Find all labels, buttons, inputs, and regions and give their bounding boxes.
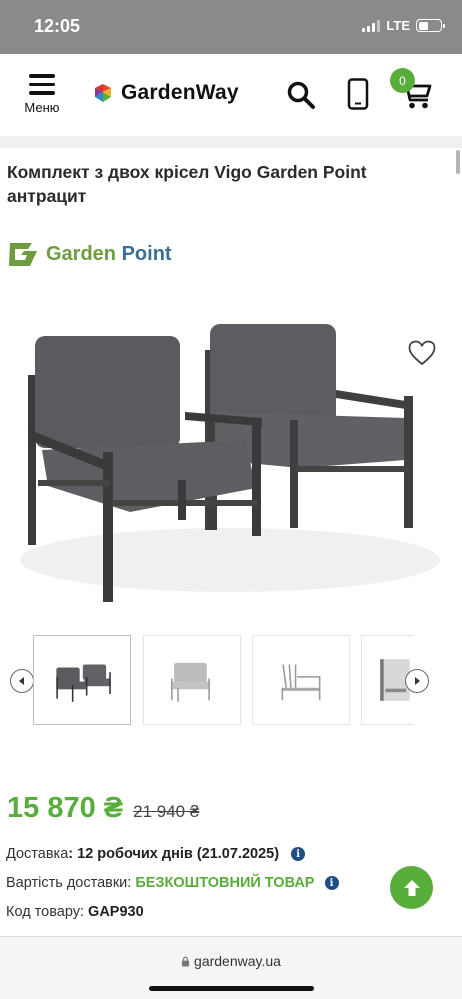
header-divider [0, 136, 462, 148]
menu-button[interactable]: Меню [22, 74, 62, 115]
battery-icon [416, 19, 445, 32]
chevron-left-icon [19, 677, 24, 685]
product-main-image[interactable] [0, 290, 462, 620]
thumbnail-0[interactable] [33, 635, 131, 725]
logo-icon [95, 84, 111, 102]
thumbnail-1[interactable] [143, 635, 241, 725]
search-icon[interactable] [286, 80, 316, 110]
status-time: 12:05 [34, 16, 81, 36]
heart-icon[interactable] [408, 340, 436, 366]
shipping-cost-label: Вартість доставки: [6, 875, 132, 891]
home-indicator[interactable] [149, 986, 314, 991]
logo-text: GardenWay [121, 81, 239, 104]
prev-image-button[interactable] [10, 669, 34, 693]
site-logo[interactable]: GardenWay [92, 81, 239, 105]
thumbnail-gallery [0, 632, 462, 728]
product-code-label: Код товару: [6, 904, 85, 920]
delivery-line: Доставка: 12 робочих днів (21.07.2025) i [6, 846, 306, 862]
thumbnail-2[interactable] [252, 635, 350, 725]
thumbnail-frame-image [171, 662, 210, 702]
thumbnail-detail-image [379, 659, 410, 701]
status-bar: 12:05 LTE [0, 0, 462, 54]
chevron-right-icon [415, 677, 420, 685]
lock-icon [181, 956, 190, 967]
brand-logo[interactable]: Garden Point [6, 239, 172, 269]
signal-icon [362, 19, 381, 32]
page-scrollbar[interactable] [456, 150, 460, 174]
delivery-info-icon[interactable]: i [291, 847, 306, 862]
back-chair [205, 324, 413, 530]
brand-mark-icon [9, 243, 37, 266]
hamburger-icon [22, 74, 62, 95]
delivery-value: 12 робочих днів (21.07.2025) [77, 846, 280, 862]
cart-button[interactable]: 0 [390, 68, 434, 112]
shipping-cost-value: БЕЗКОШТОВНИЙ ТОВАР [135, 875, 315, 891]
status-indicators: LTE [362, 18, 445, 33]
url-bar[interactable]: gardenway.ua [0, 953, 462, 969]
thumbnail-frame-side-image [281, 664, 321, 701]
browser-bar: gardenway.ua [0, 936, 462, 999]
thumbnail-chairs-image [56, 664, 111, 702]
menu-label: Меню [24, 99, 60, 115]
product-title: Комплект з двох крісел Vigo Garden Point… [7, 162, 367, 206]
network-label: LTE [386, 18, 410, 33]
scroll-to-top-button[interactable] [390, 866, 433, 909]
old-price: 21 940 ₴ [133, 802, 200, 821]
next-image-button[interactable] [405, 669, 429, 693]
shipping-cost-line: Вартість доставки: БЕЗКОШТОВНИЙ ТОВАР i [6, 875, 339, 891]
phone-icon[interactable] [347, 78, 369, 110]
product-code-line: Код товару: GAP930 [6, 904, 144, 920]
brand-name: Garden Point [46, 242, 172, 265]
current-price: 15 870 ₴ [7, 792, 124, 824]
shipping-info-icon[interactable]: i [324, 876, 339, 891]
site-header: Меню GardenWay 0 [0, 54, 462, 136]
url-text: gardenway.ua [194, 953, 281, 969]
arrow-up-icon [403, 879, 420, 896]
product-code-value: GAP930 [88, 904, 144, 920]
price-block: 15 870 ₴ 21 940 ₴ [7, 792, 199, 825]
delivery-label: Доставка [6, 846, 69, 862]
cart-count-badge: 0 [390, 68, 415, 93]
